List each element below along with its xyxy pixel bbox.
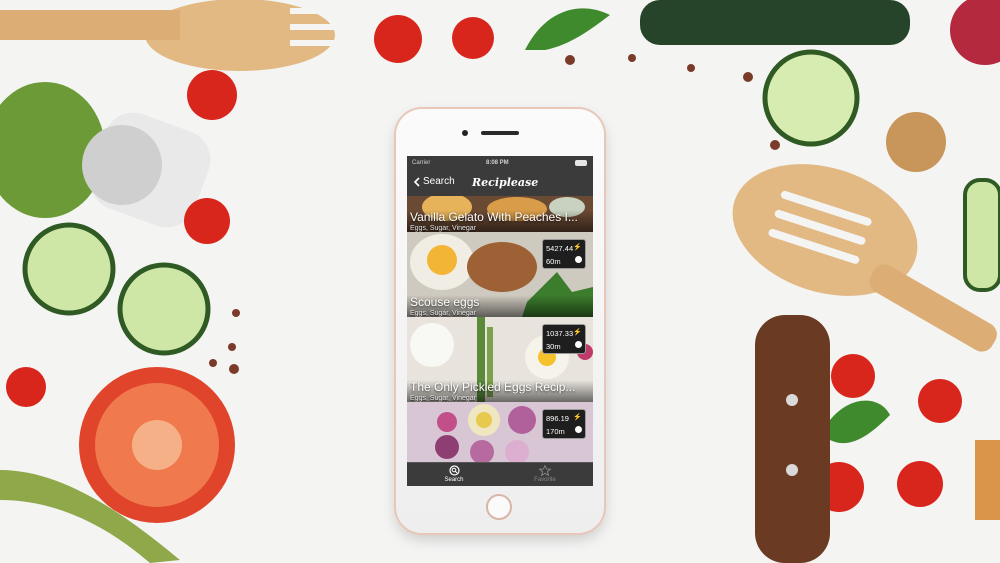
recipe-ingredients: Eggs, Sugar, Vinegar bbox=[410, 225, 477, 232]
front-camera bbox=[462, 130, 468, 136]
recipe-row[interactable]: Scouse eggs Eggs, Sugar, Vinegar 5427.44… bbox=[407, 232, 593, 317]
recipe-likes: 896.19 bbox=[546, 414, 569, 423]
recipe-duration: 60m bbox=[546, 257, 561, 266]
tab-favorite-label: Favorite bbox=[534, 477, 556, 483]
chevron-left-icon bbox=[413, 176, 420, 187]
recipe-ingredients: Eggs, Sugar, Vinegar bbox=[410, 310, 477, 317]
clock-icon bbox=[575, 341, 582, 348]
recipe-row[interactable]: The Only Pickled Eggs Recip... Eggs, Sug… bbox=[407, 317, 593, 402]
recipe-list[interactable]: Vanilla Gelato With Peaches I... Eggs, S… bbox=[407, 196, 593, 462]
tab-favorite[interactable]: Favorite bbox=[520, 465, 570, 483]
lightning-icon: ⚡ bbox=[573, 414, 582, 421]
recipe-likes: 1037.33 bbox=[546, 329, 574, 338]
recipe-likes: 5427.44 bbox=[546, 244, 574, 253]
clock-icon bbox=[575, 426, 582, 433]
recipe-stats-badge: 1037.33 ⚡ 30m bbox=[542, 324, 586, 354]
status-bar: Carrier 8:08 PM bbox=[407, 156, 593, 170]
lightning-icon: ⚡ bbox=[573, 244, 582, 251]
app-screen: Carrier 8:08 PM Search Reciplease Vanill… bbox=[407, 156, 593, 486]
recipe-stats-badge: 896.19 ⚡ 170m bbox=[542, 409, 586, 439]
back-button-label: Search bbox=[423, 176, 455, 187]
recipe-duration: 170m bbox=[546, 427, 565, 436]
recipe-title: Vanilla Gelato With Peaches I... bbox=[410, 210, 578, 224]
recipe-stats-badge: 5427.44 ⚡ 60m bbox=[542, 239, 586, 269]
battery-icon bbox=[575, 160, 587, 166]
tab-search[interactable]: Search bbox=[429, 465, 479, 483]
lightning-icon: ⚡ bbox=[573, 329, 582, 336]
recipe-ingredients: Eggs, Sugar, Vinegar bbox=[410, 395, 477, 402]
earpiece-speaker bbox=[481, 131, 519, 135]
tab-bar: Search Favorite bbox=[407, 462, 593, 486]
cucumber bbox=[640, 0, 910, 45]
home-button[interactable] bbox=[486, 494, 512, 520]
recipe-duration: 30m bbox=[546, 342, 561, 351]
search-icon bbox=[448, 465, 460, 476]
recipe-title: The Only Pickled Eggs Recip... bbox=[410, 380, 576, 394]
recipe-title: Scouse eggs bbox=[410, 295, 480, 309]
tab-search-label: Search bbox=[444, 477, 464, 483]
carrier-label: Carrier bbox=[412, 160, 431, 166]
recipe-row[interactable]: Vanilla Gelato With Peaches I... Eggs, S… bbox=[407, 196, 593, 232]
clock-icon bbox=[575, 256, 582, 263]
back-button[interactable]: Search bbox=[413, 176, 455, 187]
nav-title: Reciplease bbox=[472, 176, 539, 189]
status-time: 8:08 PM bbox=[486, 160, 509, 166]
navigation-bar: Search Reciplease bbox=[407, 170, 593, 196]
star-icon bbox=[539, 465, 551, 476]
recipe-row[interactable]: 896.19 ⚡ 170m bbox=[407, 402, 593, 462]
